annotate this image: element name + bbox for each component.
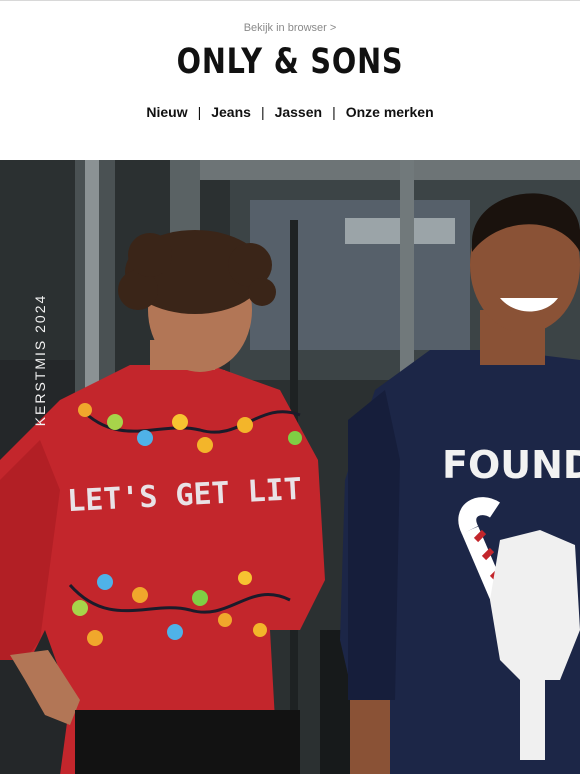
nav-item-nieuw[interactable]: Nieuw [146,104,187,120]
right-sweater-text: FOUND [442,443,580,487]
view-in-browser-link[interactable]: Bekijk in browser > [0,22,580,34]
hero-image: LET'S GET LIT FOUND [0,160,580,774]
nav-separator: | [332,104,336,120]
nav-item-jeans[interactable]: Jeans [211,104,251,120]
nav-separator: | [260,104,265,120]
christmas-label: KERSTMIS 2024 [32,293,48,427]
brand-logo[interactable]: ONLY & SONS [52,42,528,82]
email-header: Bekijk in browser > ONLY & SONS Nieuw | … [0,1,580,159]
email-container: Bekijk in browser > ONLY & SONS Nieuw | … [0,0,580,774]
hero-banner[interactable]: LET'S GET LIT FOUND KERSTMIS 2024 [0,160,580,774]
main-nav: Nieuw | Jeans | Jassen | Onze merken [0,104,580,120]
nav-item-jassen[interactable]: Jassen [275,104,322,120]
nav-item-onze-merken[interactable]: Onze merken [346,104,434,120]
nav-separator: | [197,104,202,120]
